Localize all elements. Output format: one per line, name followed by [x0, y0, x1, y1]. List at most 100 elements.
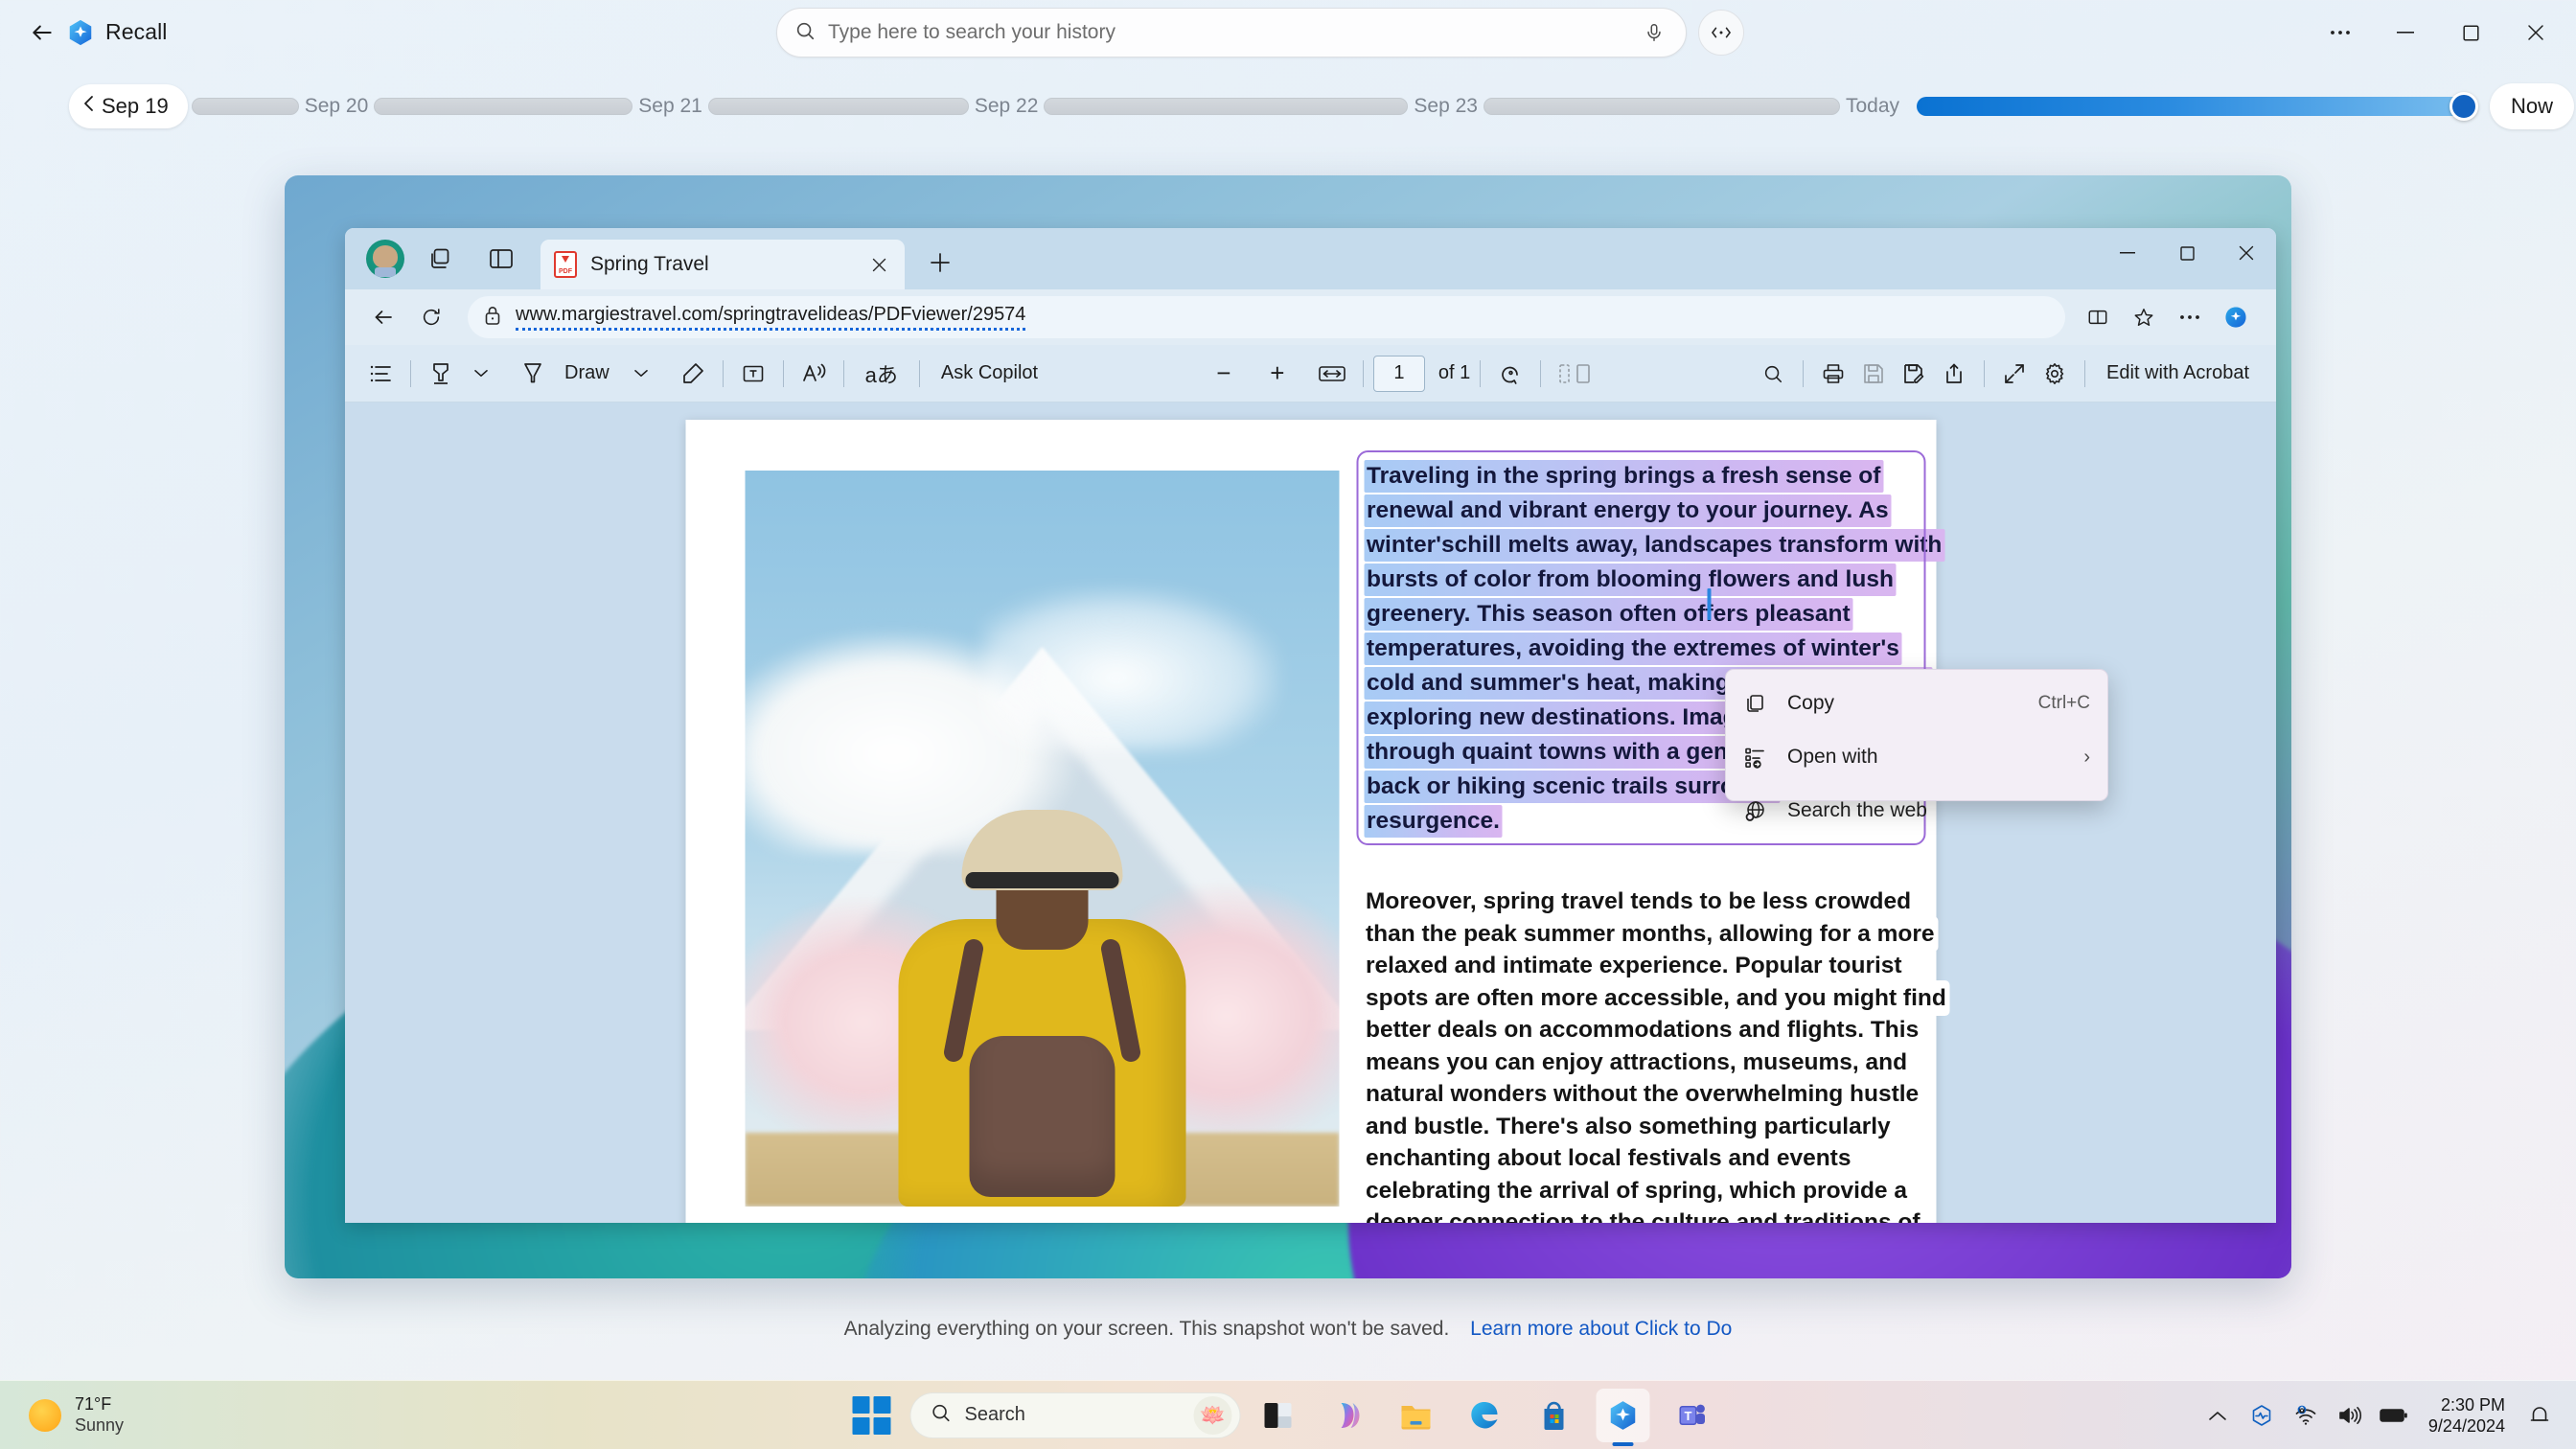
page-number-input[interactable]: 1 — [1372, 355, 1425, 392]
minimize-button[interactable] — [2373, 2, 2438, 63]
eraser-icon[interactable] — [673, 354, 713, 394]
more-options-icon[interactable] — [1698, 10, 1744, 56]
browser-settings-more-icon[interactable] — [2169, 296, 2211, 338]
taskbar-app-file-explorer[interactable] — [1390, 1389, 1443, 1442]
timeline-day-label-sep23: Sep 23 — [1414, 95, 1478, 117]
back-arrow-icon[interactable] — [21, 12, 63, 54]
lock-icon[interactable] — [483, 305, 502, 331]
timeline-segment[interactable] — [1483, 98, 1840, 115]
draw-label[interactable]: Draw — [553, 354, 621, 394]
fit-page-icon[interactable] — [1311, 354, 1353, 394]
chevron-up-icon[interactable] — [2198, 1394, 2237, 1437]
timeline-segment[interactable] — [191, 98, 299, 115]
settings-gear-icon[interactable] — [2035, 354, 2075, 394]
taskbar-app-edge[interactable] — [1459, 1389, 1512, 1442]
timeline-segment[interactable] — [1044, 98, 1409, 115]
learn-more-link[interactable]: Learn more about Click to Do — [1470, 1318, 1732, 1340]
zoom-out-button[interactable]: − — [1204, 354, 1244, 394]
recall-window-controls — [2308, 0, 2568, 65]
browser-minimize-button[interactable] — [2098, 228, 2157, 278]
pc-health-icon[interactable] — [2242, 1394, 2281, 1437]
browser-tab-strip: PDF Spring Travel — [345, 228, 2276, 289]
text-line: means you can enjoy attractions, museums… — [1364, 1046, 1910, 1078]
taskbar-clock[interactable]: 2:30 PM 9/24/2024 — [2419, 1394, 2515, 1438]
page-total-label: of 1 — [1438, 362, 1471, 383]
browser-window-controls — [2098, 228, 2276, 289]
taskbar-weather-widget[interactable]: 71°F Sunny — [29, 1381, 124, 1449]
copilot-icon[interactable] — [2215, 296, 2257, 338]
chevron-right-icon: › — [2083, 746, 2090, 768]
text-caret — [1707, 588, 1711, 620]
translate-icon[interactable]: aあ — [854, 354, 909, 394]
search-input[interactable]: Type here to search your history — [776, 8, 1687, 58]
zoom-in-button[interactable]: + — [1257, 354, 1298, 394]
timeline-now-button[interactable]: Now — [2490, 83, 2575, 129]
timeline-scrubber-handle[interactable] — [2450, 92, 2479, 121]
draw-chevron-down-icon[interactable] — [621, 354, 661, 394]
wifi-icon[interactable] — [2287, 1394, 2325, 1437]
taskbar-app-microsoft-store[interactable] — [1528, 1389, 1581, 1442]
tab-search-icon[interactable] — [418, 237, 462, 281]
second-paragraph[interactable]: Moreover, spring travel tends to be less… — [1364, 886, 1948, 1223]
highlight-chevron-down-icon[interactable] — [461, 354, 501, 394]
ask-copilot-button[interactable]: Ask Copilot — [930, 354, 1049, 394]
volume-icon[interactable] — [2331, 1394, 2369, 1437]
context-menu-item-copy[interactable]: Copy Ctrl+C — [1726, 677, 2107, 730]
taskbar-app-copilot[interactable] — [1321, 1389, 1374, 1442]
maximize-button[interactable] — [2438, 2, 2503, 63]
context-menu[interactable]: Copy Ctrl+C Open with › Search the web — [1725, 669, 2108, 821]
context-menu-item-open-with[interactable]: Open with › — [1726, 730, 2107, 784]
print-icon[interactable] — [1813, 354, 1853, 394]
avatar[interactable] — [366, 240, 404, 278]
browser-tab[interactable]: PDF Spring Travel — [540, 240, 905, 289]
battery-icon[interactable] — [2375, 1394, 2413, 1437]
pdf-search-icon[interactable] — [1753, 354, 1793, 394]
timeline-active-track[interactable] — [1917, 92, 2479, 121]
split-screen-toggle-icon[interactable] — [2077, 296, 2119, 338]
new-tab-button[interactable] — [918, 241, 962, 285]
text-line: enchanting about local festivals and eve… — [1364, 1142, 1853, 1175]
lotus-badge-icon[interactable]: 🪷 — [1193, 1395, 1232, 1435]
read-aloud-icon[interactable] — [794, 354, 834, 394]
timeline-segment[interactable] — [707, 98, 969, 115]
highlight-icon[interactable] — [421, 354, 461, 394]
close-button[interactable] — [2503, 2, 2568, 63]
microphone-icon[interactable] — [1640, 18, 1668, 47]
windows-start-icon[interactable] — [852, 1395, 891, 1435]
browser-refresh-icon[interactable] — [410, 296, 452, 338]
save-as-icon[interactable] — [1894, 354, 1934, 394]
taskbar-search-input[interactable]: Search 🪷 — [909, 1392, 1241, 1438]
page-view-icon[interactable] — [1551, 354, 1598, 394]
share-icon[interactable] — [1934, 354, 1974, 394]
split-screen-icon[interactable] — [479, 237, 523, 281]
divider — [1540, 359, 1542, 387]
taskbar-app-recall[interactable] — [1596, 1388, 1650, 1442]
timeline-segment[interactable] — [374, 98, 633, 115]
browser-maximize-button[interactable] — [2157, 228, 2217, 278]
taskbar-app-teams[interactable]: T — [1666, 1389, 1719, 1442]
text-box-icon[interactable] — [733, 354, 773, 394]
recall-logo-icon — [59, 12, 102, 54]
selected-line: greenery. This season often offers pleas… — [1364, 598, 1853, 631]
url-input[interactable]: www.margiestravel.com/springtravelideas/… — [468, 296, 2065, 338]
app-more-button[interactable] — [2308, 2, 2373, 63]
selected-line: through quaint towns with a gentle — [1364, 736, 1759, 769]
click-to-do-status: Analyzing everything on your screen. Thi… — [0, 1318, 2576, 1341]
fullscreen-icon[interactable] — [1994, 354, 2035, 394]
toc-icon[interactable] — [360, 354, 401, 394]
draw-pen-icon[interactable] — [513, 354, 553, 394]
recall-timeline[interactable]: Sep 19 Sep 20 Sep 21 Sep 22 Sep 23 Today… — [0, 81, 2576, 131]
rotate-icon[interactable] — [1490, 354, 1530, 394]
taskbar-app-widgets[interactable] — [1252, 1389, 1305, 1442]
bell-icon[interactable] — [2520, 1394, 2559, 1437]
context-menu-item-search-the-web[interactable]: Search the web — [1726, 784, 2107, 838]
save-icon[interactable] — [1853, 354, 1894, 394]
edit-with-acrobat-button[interactable]: Edit with Acrobat — [2095, 354, 2261, 394]
close-tab-icon[interactable] — [862, 248, 895, 281]
favorites-star-icon[interactable] — [2123, 296, 2165, 338]
browser-back-icon[interactable] — [362, 296, 404, 338]
url-text[interactable]: www.margiestravel.com/springtravelideas/… — [516, 304, 1026, 331]
browser-close-button[interactable] — [2217, 228, 2276, 278]
selected-line: Traveling in the spring brings a fresh s… — [1364, 460, 1884, 493]
timeline-current-day-chip[interactable]: Sep 19 — [69, 84, 188, 128]
